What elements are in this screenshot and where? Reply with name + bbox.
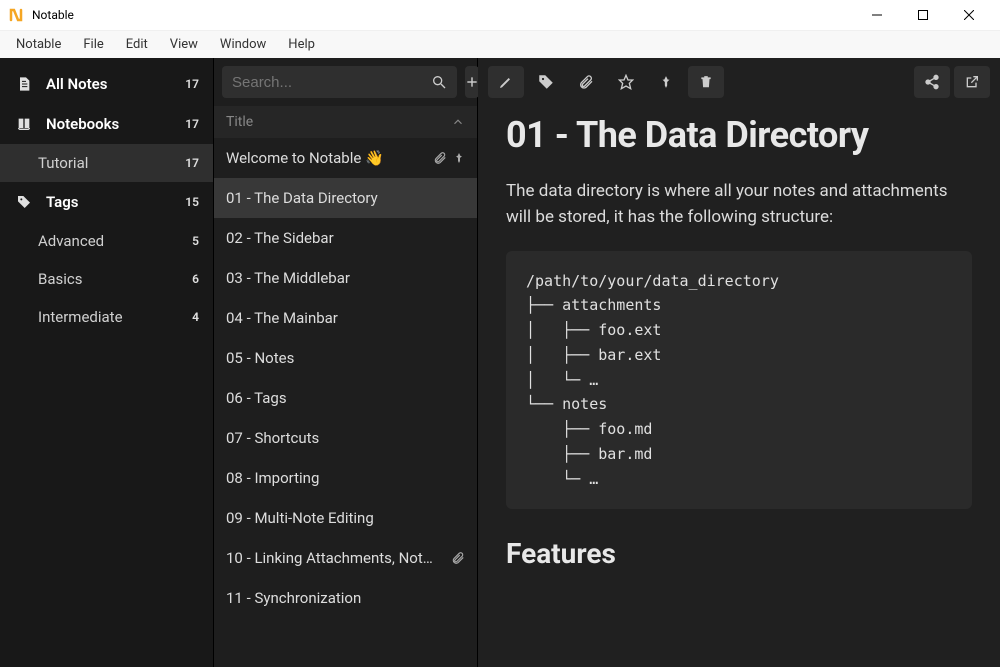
note-label: 02 - The Sidebar <box>226 229 465 247</box>
pin-icon <box>453 152 465 164</box>
share-button[interactable] <box>914 66 950 98</box>
pin-button[interactable] <box>648 66 684 98</box>
attachments-button[interactable] <box>568 66 604 98</box>
edit-button[interactable] <box>488 66 524 98</box>
chevron-up-icon <box>451 115 465 129</box>
window-controls <box>854 0 992 30</box>
note-label: 09 - Multi-Note Editing <box>226 509 465 527</box>
note-row[interactable]: 04 - The Mainbar <box>214 298 477 338</box>
note-label: Welcome to Notable 👋 <box>226 149 427 167</box>
sidebar-label: Advanced <box>38 232 192 250</box>
note-list: Welcome to Notable 👋 01 - The Data Direct… <box>214 138 477 667</box>
file-icon <box>14 74 34 94</box>
paperclip-icon <box>433 151 447 165</box>
sidebar-label: All Notes <box>46 75 185 93</box>
sidebar-count: 4 <box>192 310 199 324</box>
note-label: 04 - The Mainbar <box>226 309 465 327</box>
note-label: 10 - Linking Attachments, Not… <box>226 549 445 567</box>
tags-button[interactable] <box>528 66 564 98</box>
sidebar-label: Intermediate <box>38 308 192 326</box>
menu-view[interactable]: View <box>160 33 208 56</box>
menubar: Notable File Edit View Window Help <box>0 30 1000 58</box>
tag-icon <box>14 192 34 212</box>
sidebar-count: 6 <box>192 272 199 286</box>
menu-edit[interactable]: Edit <box>116 33 158 56</box>
sidebar-item-advanced[interactable]: Advanced 5 <box>0 222 213 260</box>
app-icon <box>8 7 24 23</box>
menu-file[interactable]: File <box>73 33 113 56</box>
sort-header[interactable]: Title <box>214 106 477 138</box>
sidebar-label: Basics <box>38 270 192 288</box>
toolbar <box>478 58 1000 106</box>
open-external-button[interactable] <box>954 66 990 98</box>
sidebar-label: Tutorial <box>38 154 185 172</box>
note-row[interactable]: 08 - Importing <box>214 458 477 498</box>
sidebar-count: 17 <box>185 77 199 91</box>
note-row[interactable]: Welcome to Notable 👋 <box>214 138 477 178</box>
mainbar: 01 - The Data Directory The data directo… <box>478 58 1000 667</box>
note-row[interactable]: 11 - Synchronization <box>214 578 477 618</box>
sidebar-item-notebooks[interactable]: Notebooks 17 <box>0 104 213 144</box>
note-label: 11 - Synchronization <box>226 589 465 607</box>
sidebar-count: 5 <box>192 234 199 248</box>
middlebar: Title Welcome to Notable 👋 01 - The Data … <box>213 58 478 667</box>
search-icon <box>431 74 447 90</box>
sidebar-count: 15 <box>185 195 199 209</box>
note-row[interactable]: 06 - Tags <box>214 378 477 418</box>
menu-window[interactable]: Window <box>210 33 276 56</box>
note-label: 08 - Importing <box>226 469 465 487</box>
sidebar-item-basics[interactable]: Basics 6 <box>0 260 213 298</box>
note-label: 05 - Notes <box>226 349 465 367</box>
sidebar-label: Tags <box>46 193 185 211</box>
note-row[interactable]: 03 - The Middlebar <box>214 258 477 298</box>
note-row[interactable]: 09 - Multi-Note Editing <box>214 498 477 538</box>
note-row[interactable]: 07 - Shortcuts <box>214 418 477 458</box>
book-icon <box>14 114 34 134</box>
sidebar-count: 17 <box>185 156 199 170</box>
search-row <box>214 58 477 106</box>
note-content: 01 - The Data Directory The data directo… <box>478 106 1000 667</box>
maximize-button[interactable] <box>900 0 946 30</box>
note-label: 01 - The Data Directory <box>226 189 465 207</box>
sidebar-item-all-notes[interactable]: All Notes 17 <box>0 64 213 104</box>
sidebar-item-intermediate[interactable]: Intermediate 4 <box>0 298 213 336</box>
favorite-button[interactable] <box>608 66 644 98</box>
note-paragraph: The data directory is where all your not… <box>506 178 972 231</box>
note-label: 06 - Tags <box>226 389 465 407</box>
note-row[interactable]: 10 - Linking Attachments, Not… <box>214 538 477 578</box>
search-input[interactable] <box>232 74 431 91</box>
menu-notable[interactable]: Notable <box>6 33 71 56</box>
sidebar-item-tutorial[interactable]: Tutorial 17 <box>0 144 213 182</box>
note-row[interactable]: 05 - Notes <box>214 338 477 378</box>
paperclip-icon <box>451 551 465 565</box>
menu-help[interactable]: Help <box>278 33 325 56</box>
sidebar-count: 17 <box>185 117 199 131</box>
note-heading: Features <box>506 537 972 570</box>
close-button[interactable] <box>946 0 992 30</box>
sort-label: Title <box>226 114 451 130</box>
note-row[interactable]: 02 - The Sidebar <box>214 218 477 258</box>
sidebar-item-tags[interactable]: Tags 15 <box>0 182 213 222</box>
code-block: /path/to/your/data_directory ├── attachm… <box>506 251 972 510</box>
window-title: Notable <box>32 8 854 22</box>
sidebar-label: Notebooks <box>46 115 185 133</box>
note-label: 03 - The Middlebar <box>226 269 465 287</box>
delete-button[interactable] <box>688 66 724 98</box>
note-row[interactable]: 01 - The Data Directory <box>214 178 477 218</box>
note-title: 01 - The Data Directory <box>506 114 972 156</box>
minimize-button[interactable] <box>854 0 900 30</box>
sidebar: All Notes 17 Notebooks 17 Tutorial 17 Ta… <box>0 58 213 667</box>
window-titlebar: Notable <box>0 0 1000 30</box>
new-note-button[interactable] <box>465 66 479 98</box>
search-box[interactable] <box>222 66 457 98</box>
note-label: 07 - Shortcuts <box>226 429 465 447</box>
